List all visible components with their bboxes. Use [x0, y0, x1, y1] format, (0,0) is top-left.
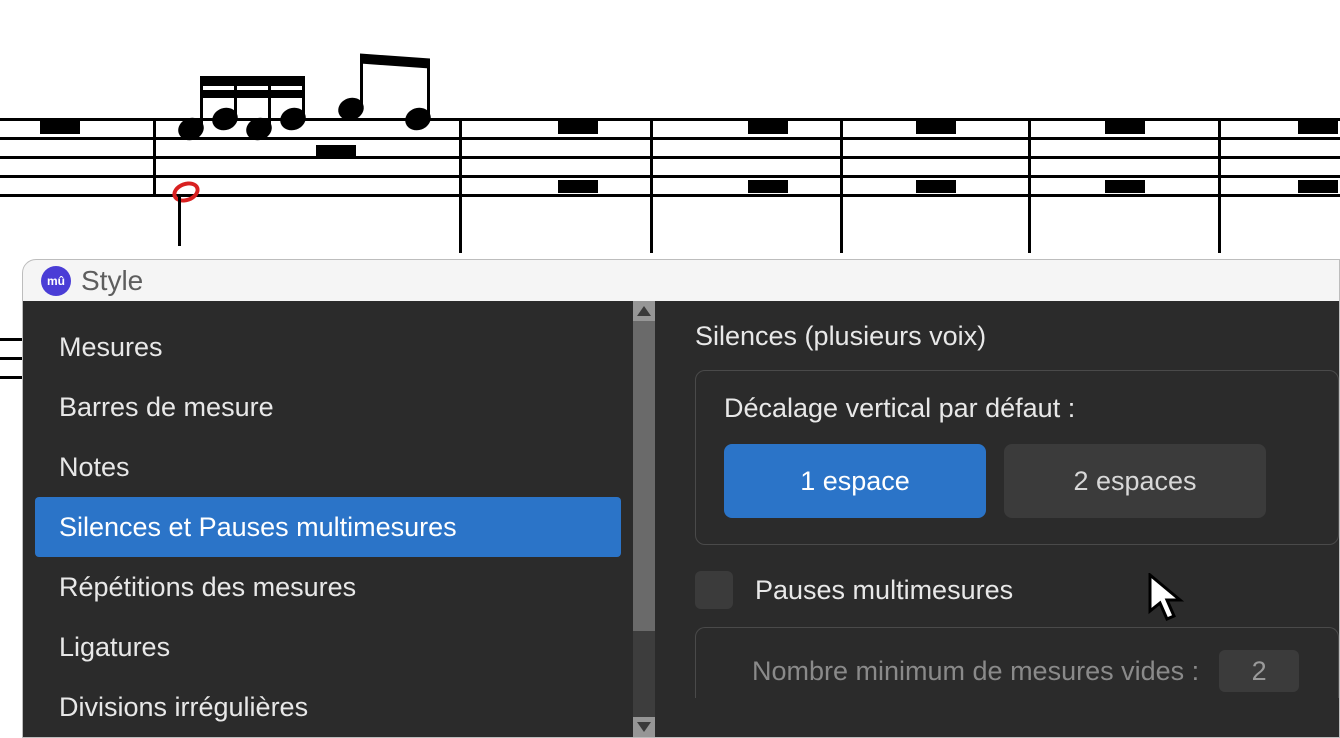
half-rest: [748, 180, 788, 193]
beam: [360, 54, 430, 69]
offset-options: 1 espace 2 espaces: [724, 444, 1310, 518]
sidebar-scrollbar[interactable]: [633, 301, 655, 737]
multimeasure-group: Nombre minimum de mesures vides : 2: [695, 627, 1339, 698]
sidebar-item-notes[interactable]: Notes: [35, 437, 621, 497]
sidebar-item-label: Mesures: [59, 332, 163, 363]
whole-rest: [558, 121, 598, 134]
offset-group: Décalage vertical par défaut : 1 espace …: [695, 370, 1339, 545]
barline: [459, 118, 462, 253]
sidebar-item-silences[interactable]: Silences et Pauses multimesures: [35, 497, 621, 557]
offset-option-1[interactable]: 1 espace: [724, 444, 986, 518]
half-rest: [1105, 180, 1145, 193]
titlebar[interactable]: mû Style: [23, 260, 1339, 301]
sidebar-item-label: Ligatures: [59, 632, 170, 663]
half-rest: [316, 145, 356, 158]
whole-rest: [40, 121, 80, 134]
dialog-title: Style: [81, 265, 143, 297]
stem: [427, 62, 430, 118]
half-rest: [1298, 180, 1338, 193]
half-rest: [916, 180, 956, 193]
spinbox-value: 2: [1252, 656, 1267, 687]
multimeasure-checkbox[interactable]: [695, 571, 733, 609]
sidebar-item-mesures[interactable]: Mesures: [35, 317, 621, 377]
whole-rest: [916, 121, 956, 134]
barline: [840, 118, 843, 253]
sidebar-item-label: Divisions irrégulières: [59, 692, 308, 723]
half-rest: [558, 180, 598, 193]
whole-rest: [748, 121, 788, 134]
whole-rest: [1105, 121, 1145, 134]
scroll-down-button[interactable]: [633, 717, 655, 737]
sidebar-item-label: Répétitions des mesures: [59, 572, 356, 603]
min-empty-row: Nombre minimum de mesures vides : 2: [724, 650, 1310, 692]
barline: [153, 118, 156, 197]
whole-rest: [1298, 121, 1338, 134]
offset-option-2[interactable]: 2 espaces: [1004, 444, 1266, 518]
sidebar-item-barlines[interactable]: Barres de mesure: [35, 377, 621, 437]
chevron-down-icon: [637, 722, 651, 732]
selected-note[interactable]: [169, 178, 202, 206]
stem: [178, 196, 181, 246]
sidebar-item-label: Notes: [59, 452, 130, 483]
sidebar-item-repetitions[interactable]: Répétitions des mesures: [35, 557, 621, 617]
sidebar-item-divisions[interactable]: Divisions irrégulières: [35, 677, 621, 737]
sidebar-item-label: Silences et Pauses multimesures: [59, 512, 457, 543]
beam: [200, 90, 305, 98]
scroll-thumb[interactable]: [633, 321, 655, 631]
barline: [1218, 118, 1221, 253]
sidebar-wrap: Mesures Barres de mesure Notes Silences …: [23, 301, 655, 737]
min-empty-label: Nombre minimum de mesures vides :: [752, 656, 1199, 687]
content-pane: Silences (plusieurs voix) Décalage verti…: [655, 301, 1339, 737]
sidebar: Mesures Barres de mesure Notes Silences …: [23, 301, 633, 737]
style-dialog: mû Style Mesures Barres de mesure Notes …: [22, 259, 1340, 738]
offset-label: Décalage vertical par défaut :: [724, 393, 1310, 424]
multimeasure-row: Pauses multimesures: [695, 571, 1339, 609]
sidebar-item-label: Barres de mesure: [59, 392, 274, 423]
min-empty-spinbox[interactable]: 2: [1219, 650, 1299, 692]
scroll-up-button[interactable]: [633, 301, 655, 321]
app-icon: mû: [41, 266, 71, 296]
barline: [1028, 118, 1031, 253]
multimeasure-label: Pauses multimesures: [755, 575, 1013, 606]
svg-text:mû: mû: [47, 274, 65, 288]
barline: [650, 118, 653, 253]
section-title-silences: Silences (plusieurs voix): [695, 321, 1339, 352]
stem: [360, 58, 363, 108]
sidebar-item-ligatures[interactable]: Ligatures: [35, 617, 621, 677]
chevron-up-icon: [637, 306, 651, 316]
dialog-body: Mesures Barres de mesure Notes Silences …: [23, 301, 1339, 737]
beam: [200, 76, 305, 86]
